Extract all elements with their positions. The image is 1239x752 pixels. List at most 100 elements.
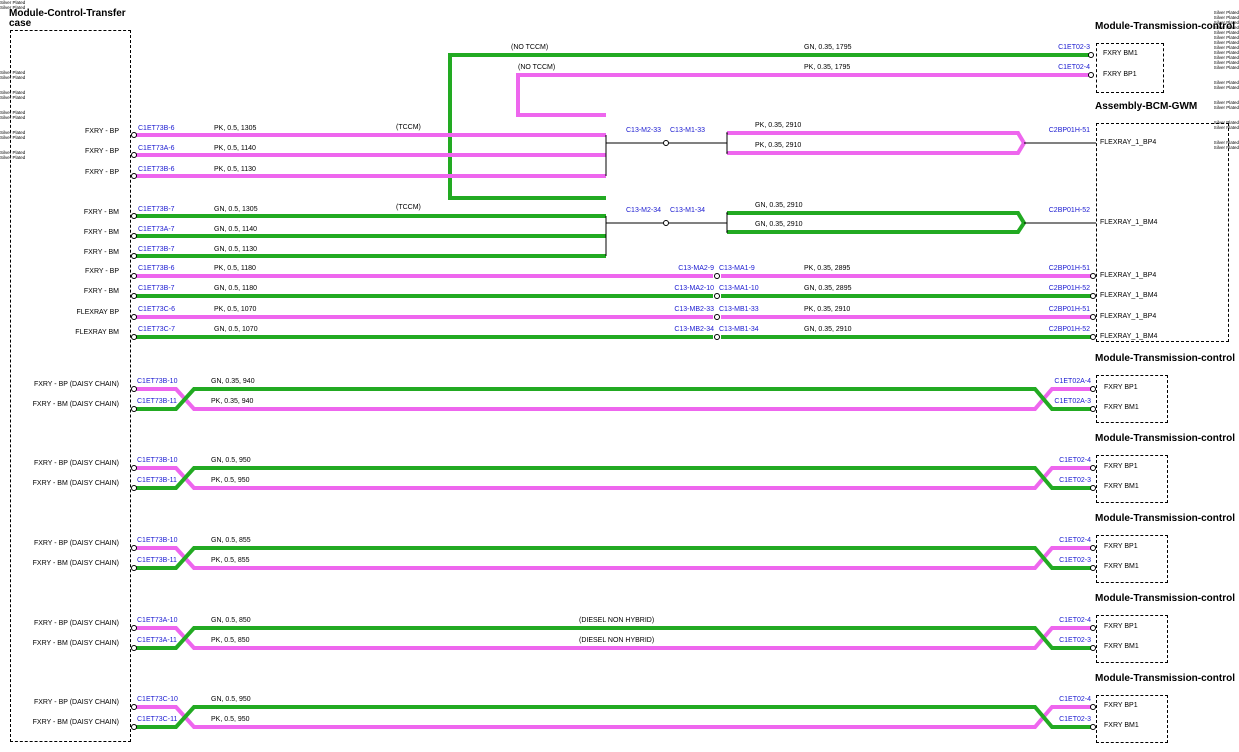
single-3-bcm-circle — [1090, 314, 1096, 320]
daisy-5-tcm-connector-1: C1ET02-4 — [1059, 696, 1091, 703]
bm-group-bcm-pin: FLEXRAY_1_BM4 — [1100, 219, 1158, 226]
bp-group-wire-label-2: PK, 0.5, 1140 — [214, 145, 256, 152]
daisy-2-wire-label-2: PK, 0.5, 950 — [211, 477, 250, 484]
daisy-4-pin-circle-1 — [131, 625, 137, 631]
single-4-bcm-circle — [1090, 334, 1096, 340]
daisy-1-pin-circle-2 — [131, 406, 137, 412]
single-2-pin-label: FXRY - BM — [83, 288, 119, 295]
wire-label-gn-1795: GN, 0.35, 1795 — [804, 44, 852, 51]
bp-group-pin-label-3: FXRY - BP — [85, 169, 119, 176]
daisy-5-tcm-pin-1: FXRY BP1 — [1104, 702, 1138, 709]
daisy-5-tcm-circle-1 — [1090, 704, 1096, 710]
daisy-4-note-1: (DIESEL NON HYBRID) — [579, 617, 655, 624]
daisy-1-tcm-connector-1: C1ET02A-4 — [1054, 378, 1091, 385]
single-2-wire-label: GN, 0.5, 1180 — [214, 285, 258, 292]
daisy-1-connector-1: C1ET73B-10 — [137, 378, 178, 385]
single-1-bcm-connector: C2BP01H-51 — [1048, 265, 1090, 272]
daisy-4-connector-1: C1ET73A-10 — [137, 617, 178, 624]
note-tccm-bm: (TCCM) — [396, 204, 421, 211]
tcm-pin-bp1: FXRY BP1 — [1103, 71, 1137, 78]
daisy-4-tcm-circle-2 — [1090, 645, 1096, 651]
daisy-2-pin-circle-2 — [131, 485, 137, 491]
daisy-1-tcm-pin-2: FXRY BM1 — [1104, 404, 1139, 411]
wire-pk-no-tccm — [516, 73, 1090, 117]
single-1-splice — [714, 273, 720, 279]
single-3-pin-circle — [131, 314, 137, 320]
daisy-2-pin-circle-1 — [131, 465, 137, 471]
daisy-2-wire-gn — [134, 466, 1091, 490]
bp-group-wire-label-3: PK, 0.5, 1130 — [214, 166, 256, 173]
daisy-3-tcm-circle-1 — [1090, 545, 1096, 551]
bcm-title: Assembly-BCM-GWM — [1095, 101, 1198, 112]
daisy-3-tcm-connector-2: C1ET02-3 — [1059, 557, 1091, 564]
bp-group-splice-a: C13-M2-33 — [626, 127, 662, 134]
single-2-bcm-circle — [1090, 293, 1096, 299]
daisy-4-tcm-pin-1: FXRY BP1 — [1104, 623, 1138, 630]
bm-group-splice-a: C13-M2-34 — [626, 207, 662, 214]
single-1-wire2-label: PK, 0.35, 2895 — [804, 265, 851, 272]
transfer-case-module-title: Module-Control-Transfer case — [9, 8, 126, 29]
daisy-1-wire-label-1: GN, 0.35, 940 — [211, 378, 255, 385]
daisy-2-tcm-pin-1: FXRY BP1 — [1104, 463, 1138, 470]
note-no-tccm-pk: (NO TCCM) — [518, 64, 556, 71]
daisy-5-wire-gn — [134, 705, 1091, 729]
daisy-1-pin-label-2: FXRY - BM (DAISY CHAIN) — [32, 401, 119, 408]
daisy-3-wire-gn — [134, 546, 1091, 570]
bm-group-connector-2: C1ET73A-7 — [138, 226, 175, 233]
bm-group-pin-label-1: FXRY - BM — [83, 209, 119, 216]
daisy-5-pin-circle-2 — [131, 724, 137, 730]
bm-group-pin-label-2: FXRY - BM — [83, 229, 119, 236]
single-3-wire2-label: PK, 0.35, 2910 — [804, 306, 851, 313]
bm-group-wire-label-2: GN, 0.5, 1140 — [214, 226, 258, 233]
daisy-5-wire-pk — [134, 705, 1091, 729]
tcm-title-4: Module-Transmission-control — [1095, 513, 1236, 524]
daisy-2-tcm-pin-2: FXRY BM1 — [1104, 483, 1139, 490]
single-4-connector: C1ET73C-7 — [138, 326, 175, 333]
daisy-5-wire-label-2: PK, 0.5, 950 — [211, 716, 250, 723]
daisy-1-tcm-circle-2 — [1090, 406, 1096, 412]
daisy-4-tcm-connector-1: C1ET02-4 — [1059, 617, 1091, 624]
single-4-wire-label: GN, 0.5, 1070 — [214, 326, 258, 333]
single-4-bcm-connector: C2BP01H-52 — [1048, 326, 1090, 333]
daisy-4-note-2: (DIESEL NON HYBRID) — [579, 637, 655, 644]
daisy-3-connector-2: C1ET73B-11 — [137, 557, 177, 564]
bp-group-wire-label-1: PK, 0.5, 1305 — [214, 125, 257, 132]
single-2-connector: C1ET73B-7 — [138, 285, 175, 292]
bp-group-bcm-connector: C2BP01H-51 — [1048, 127, 1090, 134]
daisy-1-tcm-pin-1: FXRY BP1 — [1104, 384, 1138, 391]
daisy-3-tcm-circle-2 — [1090, 565, 1096, 571]
daisy-3-pin-label-2: FXRY - BM (DAISY CHAIN) — [32, 560, 119, 567]
single-4-bcm-pin: FLEXRAY_1_BM4 — [1100, 333, 1158, 340]
daisy-3-tcm-pin-1: FXRY BP1 — [1104, 543, 1138, 550]
daisy-5-pin-circle-1 — [131, 704, 137, 710]
single-2-splice — [714, 293, 720, 299]
daisy-1-wire-pk — [134, 387, 1091, 411]
single-3-splice — [714, 314, 720, 320]
single-2-wire2-label: GN, 0.35, 2895 — [804, 285, 852, 292]
bp-group-pin-label-2: FXRY - BP — [85, 148, 119, 155]
bp-group-splice-b: C13-M1-33 — [670, 127, 706, 134]
single-1-pin-label: FXRY - BP — [85, 268, 119, 275]
single-4-splice-b: C13-MB1-34 — [719, 326, 759, 333]
tcm-title-5: Module-Transmission-control — [1095, 593, 1236, 604]
daisy-4-tcm-connector-2: C1ET02-3 — [1059, 637, 1091, 644]
bp-group-pin-circle-2 — [131, 152, 137, 158]
daisy-5-tcm-circle-2 — [1090, 724, 1096, 730]
daisy-2-connector-2: C1ET73B-11 — [137, 477, 177, 484]
tcm-title-1: Module-Transmission-control — [1095, 21, 1236, 32]
tcm-connector-gn: C1ET02-3 — [1058, 44, 1090, 51]
single-4-wire2-label: GN, 0.35, 2910 — [804, 326, 852, 333]
daisy-5-connector-1: C1ET73C-10 — [137, 696, 178, 703]
bp-group-right-wire-bot: PK, 0.35, 2910 — [755, 142, 802, 149]
daisy-1-tcm-connector-2: C1ET02A-3 — [1054, 398, 1091, 405]
daisy-4-pin-label-2: FXRY - BM (DAISY CHAIN) — [32, 640, 119, 647]
single-2-bcm-connector: C2BP01H-52 — [1048, 285, 1090, 292]
daisy-1-pin-circle-1 — [131, 386, 137, 392]
single-3-bcm-connector: C2BP01H-51 — [1048, 306, 1090, 313]
daisy-5-tcm-connector-2: C1ET02-3 — [1059, 716, 1091, 723]
daisy-5-pin-label-1: FXRY - BP (DAISY CHAIN) — [33, 699, 119, 706]
daisy-3-pin-label-1: FXRY - BP (DAISY CHAIN) — [33, 540, 119, 547]
daisy-5-tcm-pin-2: FXRY BM1 — [1104, 722, 1139, 729]
daisy-2-tcm-circle-1 — [1090, 465, 1096, 471]
tcm-pin-circle-gn — [1088, 52, 1094, 58]
